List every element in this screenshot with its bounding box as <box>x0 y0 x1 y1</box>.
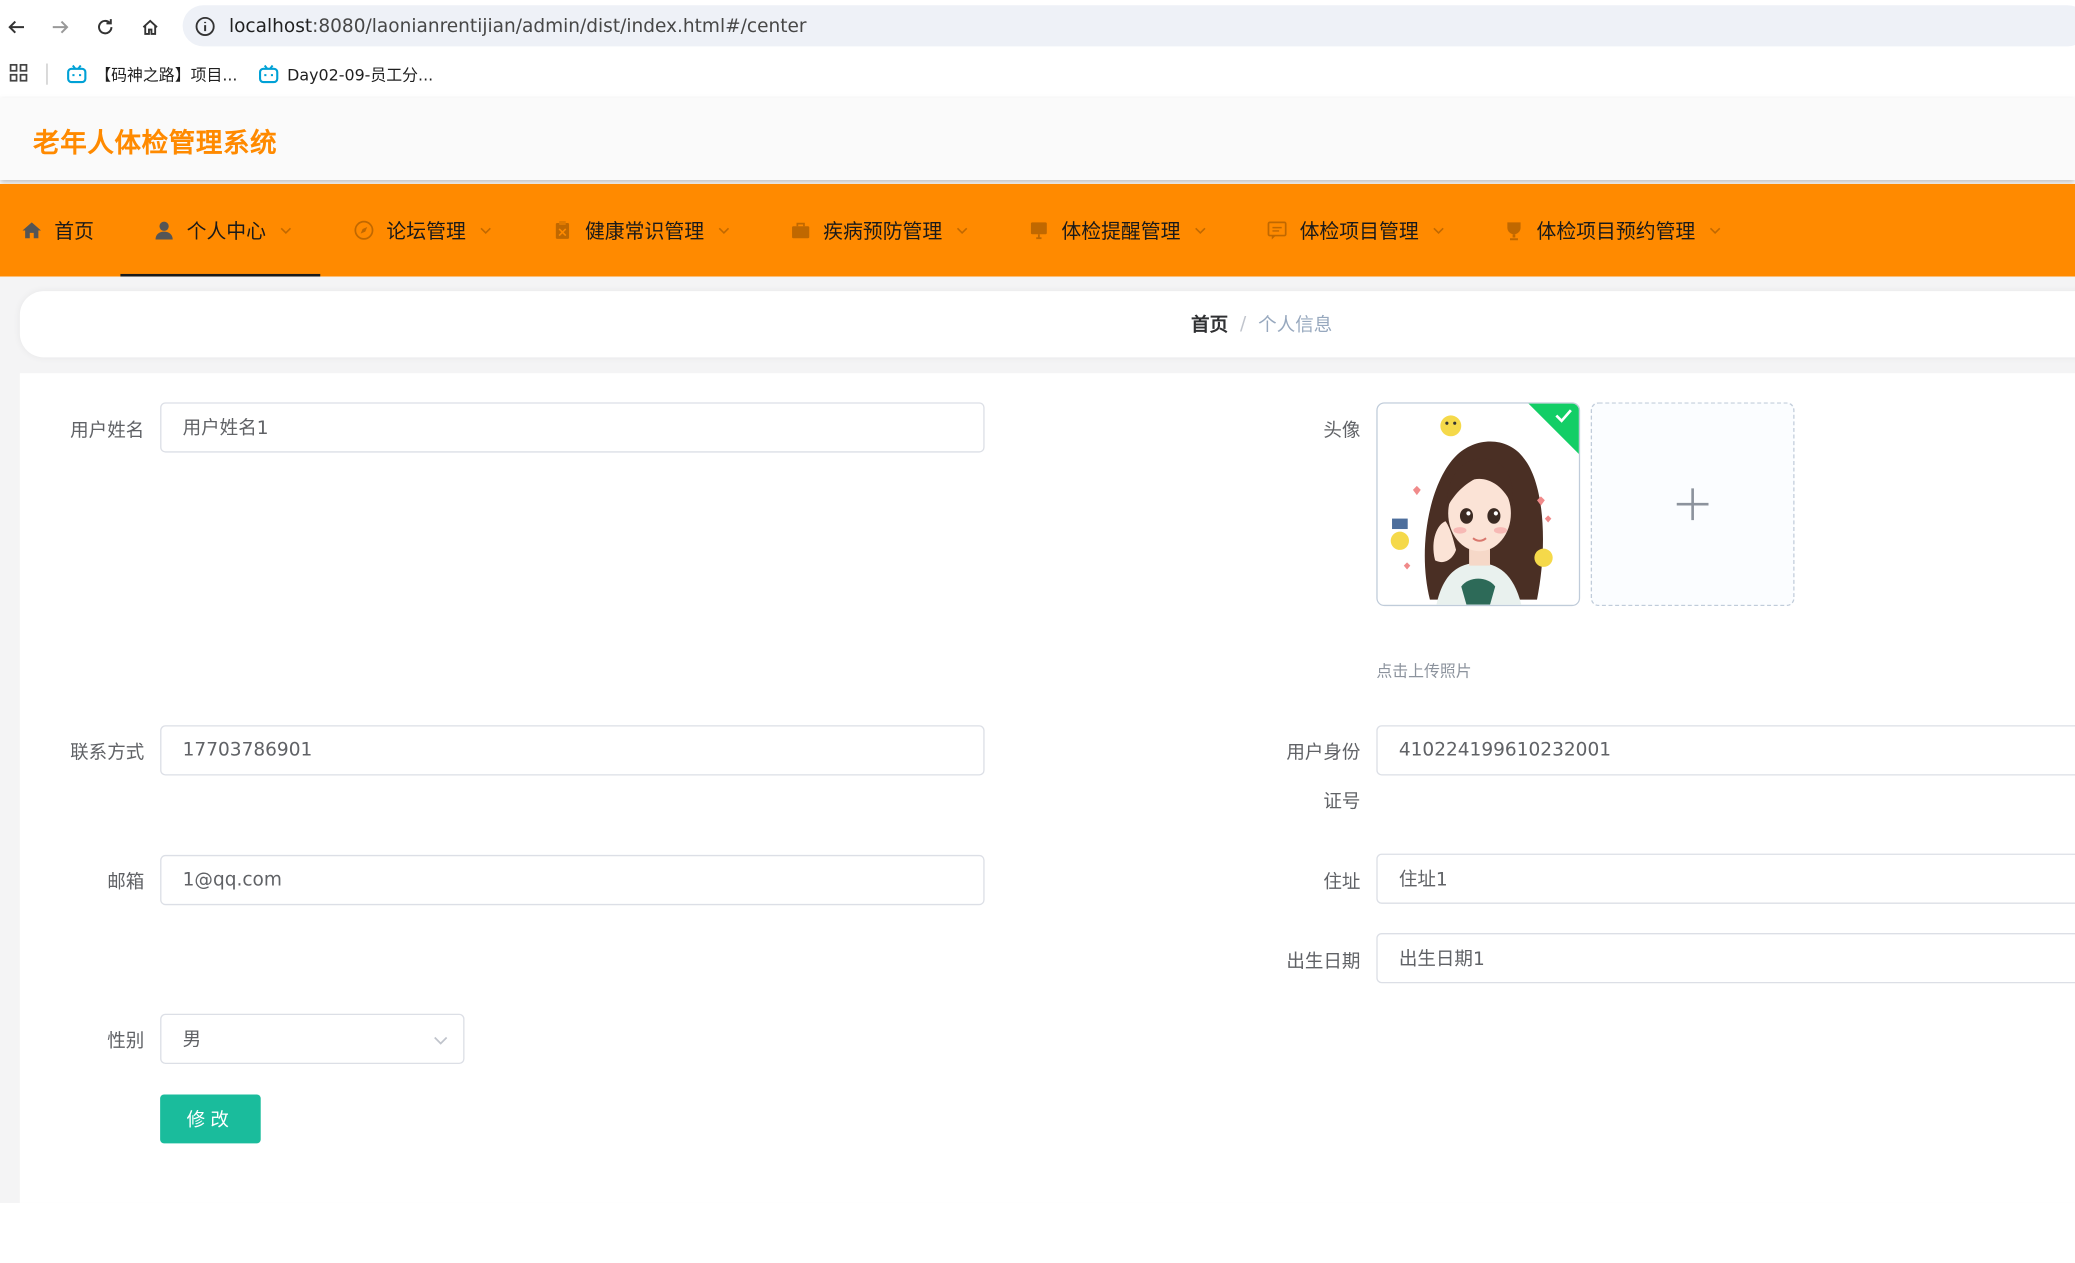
bookmark-item[interactable]: 【码神之路】项目... <box>66 61 237 87</box>
address-label: 住址 <box>1323 872 1361 894</box>
user-icon <box>155 221 173 240</box>
gender-select[interactable]: 男 <box>160 1013 465 1065</box>
chat-icon <box>1267 221 1287 240</box>
idcard-label-line2: 证号 <box>1323 791 1361 813</box>
chevron-down-icon <box>718 227 730 235</box>
url-path: :8080/laonianrentijian/admin/dist/index.… <box>312 15 807 37</box>
address-input[interactable]: 住址1 <box>1376 853 2075 904</box>
bookmark-label: 【码神之路】项目... <box>95 65 238 85</box>
gender-selected-value: 男 <box>182 1029 202 1051</box>
nav-item-label: 疾病预防管理 <box>823 219 943 243</box>
avatar-image[interactable] <box>1376 402 1581 607</box>
reload-icon[interactable] <box>89 11 121 43</box>
nav-item-label: 体检项目管理 <box>1299 219 1419 243</box>
bilibili-icon <box>67 64 87 84</box>
apps-grid-icon[interactable] <box>9 63 28 83</box>
chevron-down-icon <box>1195 227 1206 235</box>
app-header: 老年人体检管理系统 <box>0 97 2075 180</box>
nav-item-label: 体检项目预约管理 <box>1536 219 1696 243</box>
chevron-down-icon <box>956 227 968 235</box>
nav-item-label: 健康常识管理 <box>584 219 705 243</box>
page-root: localhost:8080/laonianrentijian/admin/di… <box>0 0 2075 1263</box>
nav-item-label: 个人中心 <box>186 219 267 243</box>
upload-tip: 点击上传照片 <box>1376 661 1472 681</box>
breadcrumb-separator: / <box>1240 313 1247 335</box>
clipboard-icon <box>555 221 570 239</box>
nav-item-checkup-booking[interactable]: 体检项目预约管理 <box>1503 184 1721 277</box>
chevron-down-icon <box>1709 227 1721 235</box>
main-nav: 首页 个人中心 论坛管理 健康常识管理 疾病预防管理 体检提醒管理 体检项目管理… <box>0 183 2075 277</box>
nav-item-center[interactable]: 个人中心 <box>120 184 321 277</box>
nav-item-forum[interactable]: 论坛管理 <box>353 184 492 277</box>
nav-item-disease-prevention[interactable]: 疾病预防管理 <box>790 184 969 277</box>
home-icon <box>22 222 42 239</box>
phone-label: 联系方式 <box>70 742 145 764</box>
nav-item-label: 论坛管理 <box>386 219 466 243</box>
gender-label: 性别 <box>107 1030 145 1053</box>
chevron-down-icon <box>480 227 491 235</box>
birthday-input[interactable]: 出生日期1 <box>1376 932 2075 984</box>
username-label: 用户姓名 <box>70 420 145 443</box>
forward-icon[interactable] <box>44 11 76 43</box>
chevron-down-icon <box>1433 227 1444 235</box>
nav-item-label: 体检提醒管理 <box>1061 219 1181 243</box>
address-bar[interactable]: localhost:8080/laonianrentijian/admin/di… <box>182 5 2075 47</box>
briefcase-icon <box>792 222 810 239</box>
bookmark-label: Day02-09-员工分... <box>287 65 434 85</box>
nav-item-health-knowledge[interactable]: 健康常识管理 <box>552 184 731 277</box>
upload-success-icon <box>1528 403 1579 454</box>
site-info-icon[interactable] <box>195 15 216 36</box>
username-input[interactable]: 用户姓名1 <box>160 402 985 453</box>
phone-input[interactable]: 17703786901 <box>160 725 985 776</box>
monitor-icon <box>1030 222 1047 240</box>
breadcrumb-home[interactable]: 首页 <box>1191 311 1228 337</box>
breadcrumb-card: 首页 / 个人信息 <box>19 291 2075 358</box>
trophy-icon <box>1507 222 1521 241</box>
idcard-label: 用户身份 <box>1286 742 1361 764</box>
nav-item-home[interactable]: 首页 <box>21 184 94 277</box>
nav-item-checkup-reminder[interactable]: 体检提醒管理 <box>1028 184 1207 277</box>
home-browser-icon[interactable] <box>134 11 166 43</box>
breadcrumb-current: 个人信息 <box>1258 314 1333 337</box>
chevron-down-icon <box>280 227 292 235</box>
plus-icon <box>1676 488 1709 521</box>
browser-toolbar: localhost:8080/laonianrentijian/admin/di… <box>0 0 2075 53</box>
bookmarks-bar: 【码神之路】项目... Day02-09-员工分... <box>0 52 2075 96</box>
bookmark-divider <box>46 63 48 85</box>
idcard-input[interactable]: 410224199610232001 <box>1376 725 2075 776</box>
avatar-label: 头像 <box>1323 420 1361 443</box>
app-title: 老年人体检管理系统 <box>33 127 278 159</box>
back-icon[interactable] <box>0 11 32 43</box>
chevron-down-icon <box>434 1036 448 1045</box>
email-input[interactable]: 1@qq.com <box>160 854 985 906</box>
birthday-label: 出生日期 <box>1286 951 1361 973</box>
upload-button[interactable] <box>1590 402 1795 607</box>
nav-item-label: 首页 <box>54 219 94 243</box>
nav-item-checkup-project[interactable]: 体检项目管理 <box>1266 184 1445 277</box>
compass-icon <box>354 220 374 240</box>
submit-button[interactable]: 修改 <box>160 1094 261 1144</box>
breadcrumb: 首页 / 个人信息 <box>1191 311 1332 337</box>
bilibili-icon <box>258 64 279 84</box>
bookmark-item[interactable]: Day02-09-员工分... <box>258 61 433 87</box>
url-host: localhost <box>228 15 313 37</box>
email-label: 邮箱 <box>107 872 145 894</box>
